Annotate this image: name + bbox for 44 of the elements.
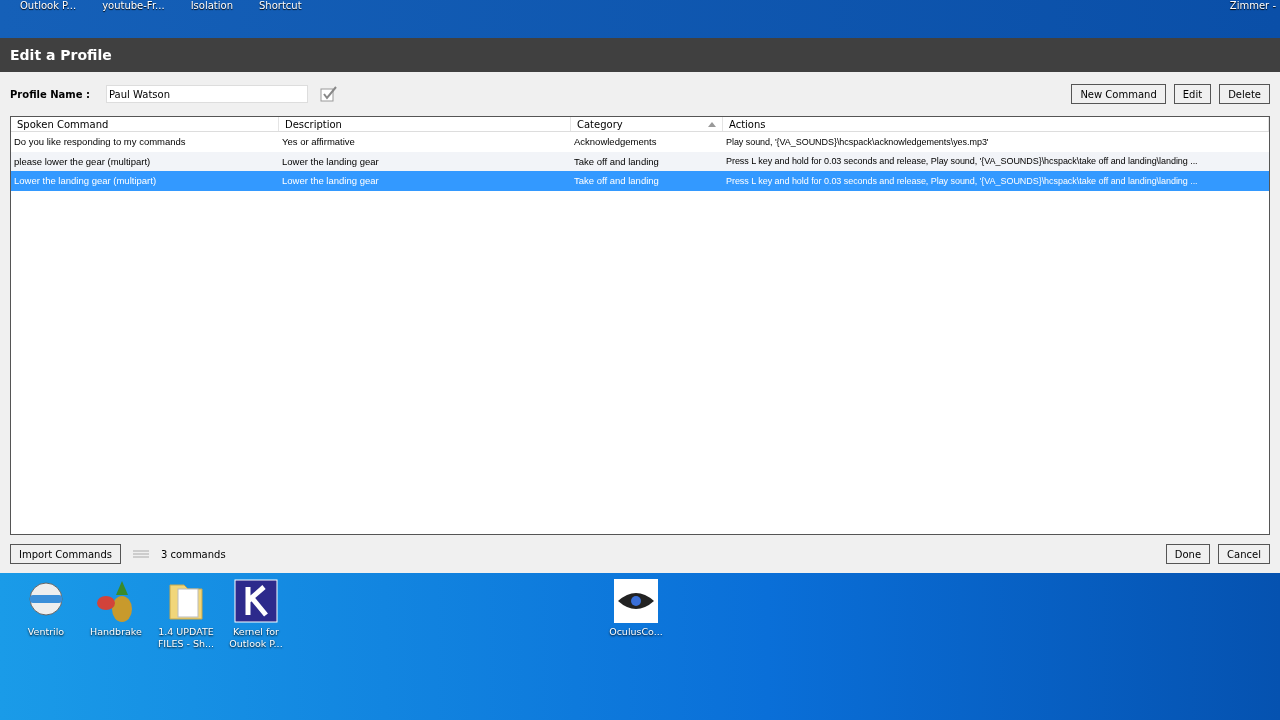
table-cell-text: please lower the gear (multipart) bbox=[13, 155, 152, 167]
column-header[interactable]: Category bbox=[571, 117, 723, 131]
desktop-icon-label: 1.4 UPDATE FILES - Sh... bbox=[156, 626, 216, 650]
table-cell-text: Take off and landing bbox=[573, 155, 660, 167]
eye-icon bbox=[614, 579, 658, 623]
desktop-icon-label: Ventrilo bbox=[27, 626, 65, 638]
column-header[interactable]: Description bbox=[279, 117, 571, 131]
window-title: Edit a Profile bbox=[0, 38, 1280, 72]
table-cell-text: Press L key and hold for 0.03 seconds and release, Play sound, '{VA_SOUNDS}\hcspack\take off and landing\landing ... bbox=[725, 175, 1199, 186]
desktop-shortcut[interactable]: Kernel for Outlook P... bbox=[224, 579, 288, 720]
table-cell-text: Take off and landing bbox=[573, 175, 660, 187]
desktop-icon-label[interactable]: Zimmer - bbox=[1229, 0, 1276, 12]
toolbar-button[interactable]: New Command bbox=[1071, 84, 1166, 104]
desktop-icon-label[interactable]: Shortcut bbox=[258, 0, 302, 12]
table-row[interactable]: Do you like responding to my commands Yes or affirmative Acknowledgements Play sound, '{VA_SOUNDS}\hcspack\acknowledgements\yes.mp3' bbox=[11, 132, 1269, 152]
dialog-button[interactable]: Cancel bbox=[1218, 544, 1270, 564]
table-cell-text: Lower the landing gear bbox=[281, 155, 380, 167]
column-header[interactable]: Actions bbox=[723, 117, 1269, 131]
dialog-button[interactable]: Done bbox=[1165, 544, 1211, 564]
column-header[interactable]: Spoken Command bbox=[11, 117, 279, 131]
desktop-shortcut[interactable]: OculusCo... bbox=[604, 579, 668, 720]
k-logo-icon bbox=[234, 579, 278, 623]
table-cell-text: Lower the landing gear bbox=[281, 175, 380, 187]
desktop-icon-label[interactable]: Outlook P... bbox=[20, 0, 77, 12]
toolbar-button[interactable]: Delete bbox=[1219, 84, 1270, 104]
table-cell-text: Lower the landing gear (multipart) bbox=[13, 175, 158, 187]
checkmark-icon[interactable] bbox=[320, 85, 338, 103]
table-cell-text: Do you like responding to my commands bbox=[13, 136, 187, 148]
table-cell-text: Acknowledgements bbox=[573, 136, 658, 148]
desktop-icon-label[interactable]: Isolation bbox=[190, 0, 233, 12]
profile-name-field[interactable]: Paul Watson bbox=[106, 85, 308, 103]
list-icon bbox=[133, 550, 149, 558]
table-cell-text: Press L key and hold for 0.03 seconds and release, Play sound, '{VA_SOUNDS}\hcspack\take off and landing\landing ... bbox=[725, 156, 1199, 167]
table-row[interactable]: please lower the gear (multipart) Lower the landing gear Take off and landing Press L key and hold for 0.03 seconds and release, Play sound, '{VA_SOUNDS}\hcspack\take off and landing\landing ... bbox=[11, 151, 1269, 171]
profile-name-label: Profile Name : bbox=[10, 88, 92, 100]
desktop-icon-label: OculusCo... bbox=[609, 626, 663, 638]
desktop-icon-label[interactable]: youtube-Fr... bbox=[102, 0, 165, 12]
toolbar-button[interactable]: Edit bbox=[1173, 84, 1212, 104]
command-count: 3 commands bbox=[161, 548, 226, 560]
import-commands-button[interactable]: Import Commands bbox=[10, 544, 121, 564]
desktop-icon-label: Kernel for Outlook P... bbox=[228, 626, 284, 650]
table-cell-text: Yes or affirmative bbox=[281, 136, 356, 148]
desktop-icon-label: Handbrake bbox=[90, 626, 142, 638]
table-cell-text: Play sound, '{VA_SOUNDS}\hcspack\acknowledgements\yes.mp3' bbox=[725, 136, 990, 147]
